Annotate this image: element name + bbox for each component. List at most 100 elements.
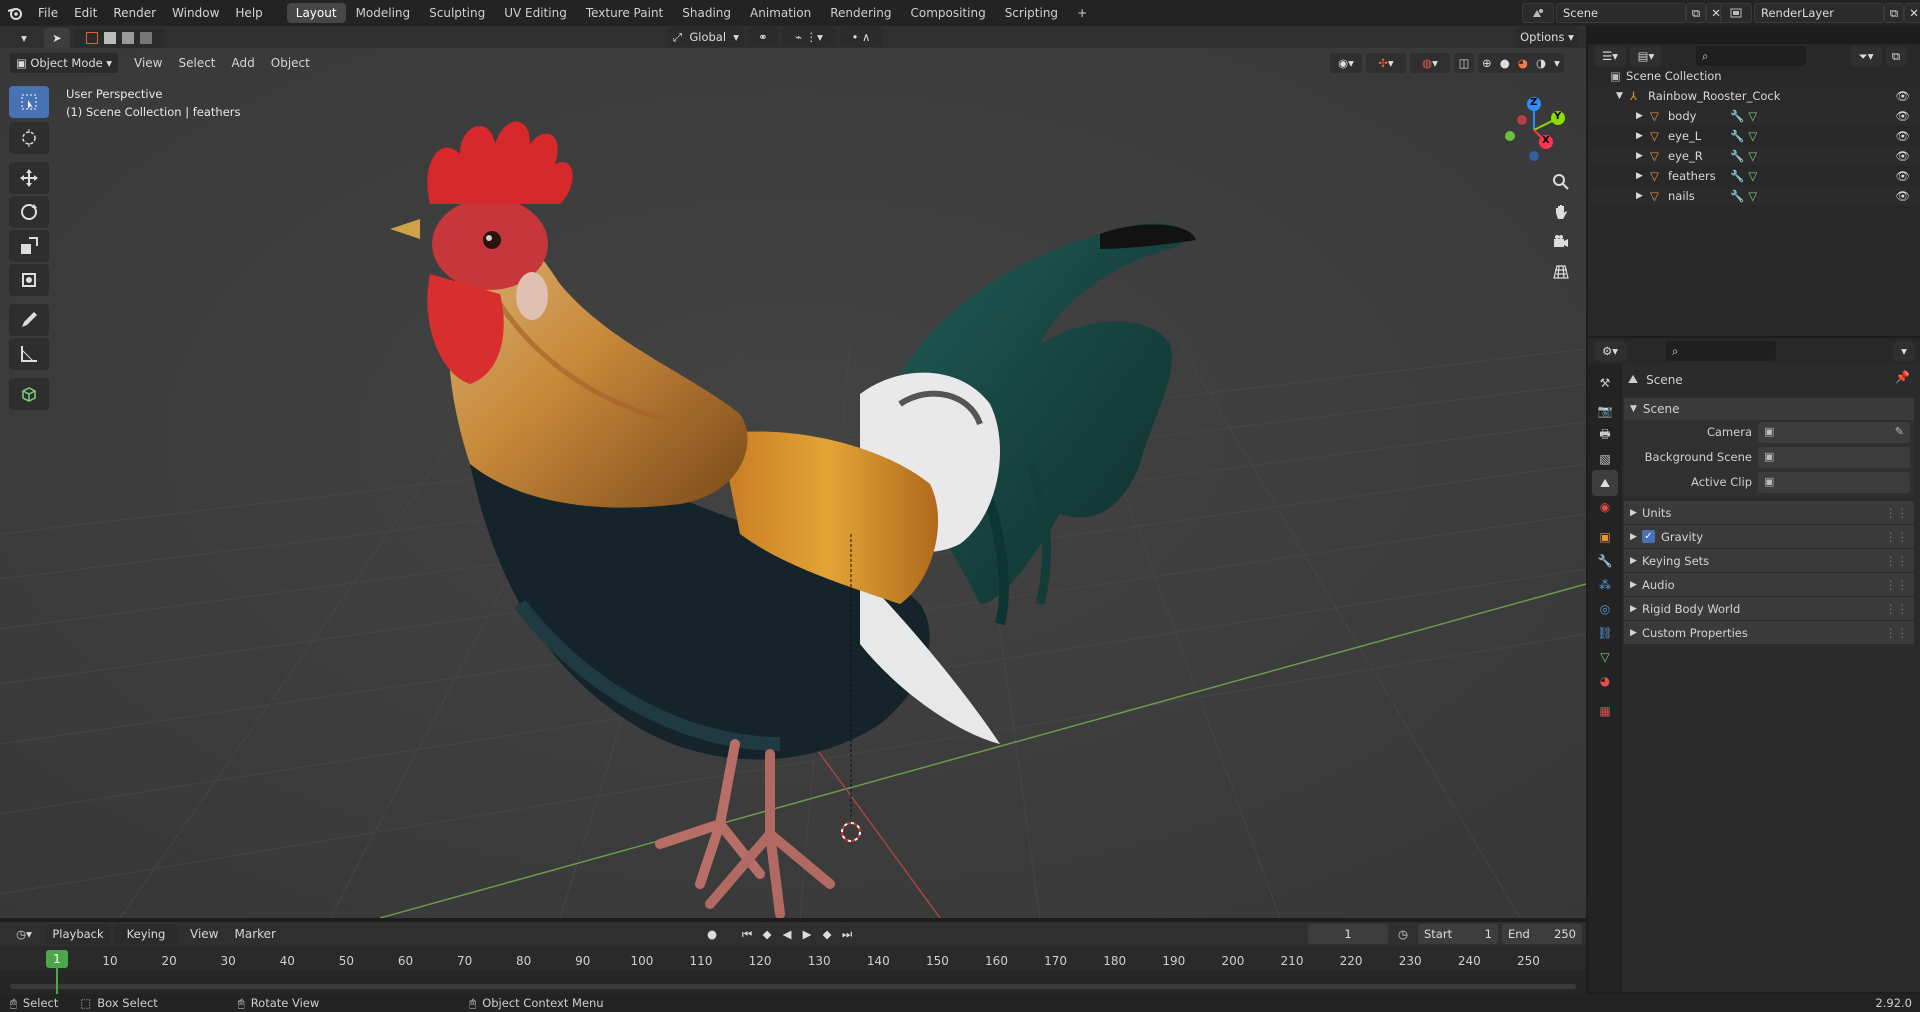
pin-icon[interactable]: 📌 — [1895, 370, 1910, 384]
editor-type-button[interactable]: ▾ — [8, 28, 40, 48]
modifier-icon[interactable]: 🔧 — [1730, 129, 1744, 143]
mesh-data-icon[interactable]: ▽ — [1748, 149, 1757, 163]
tab-sculpting[interactable]: Sculpting — [420, 3, 494, 23]
particles-tab-icon[interactable]: ⁂ — [1592, 572, 1618, 598]
viewport-menu-add[interactable]: Add — [224, 50, 263, 76]
menu-file[interactable]: File — [30, 0, 66, 26]
tab-modeling[interactable]: Modeling — [347, 3, 420, 23]
end-frame-field[interactable]: End 250 — [1502, 924, 1582, 944]
drag-handle-icon[interactable]: ⋮⋮ — [1885, 506, 1908, 520]
visibility-eye-icon[interactable]: 👁 — [1895, 109, 1910, 123]
mesh-data-icon[interactable]: ▽ — [1748, 109, 1757, 123]
scene-tab-icon[interactable]: ⛰ — [1592, 470, 1618, 496]
viewport-menu-object[interactable]: Object — [263, 50, 318, 76]
move-tool[interactable] — [9, 162, 49, 194]
drag-handle-icon[interactable]: ⋮⋮ — [1885, 554, 1908, 568]
timeline-menu-marker[interactable]: Marker — [226, 921, 283, 947]
outliner-object-row[interactable]: ▶ ▽ feathers 🔧 ▽ 👁 — [1588, 166, 1920, 186]
modifier-tab-icon[interactable]: 🔧 — [1592, 548, 1618, 574]
material-tab-icon[interactable]: ◕ — [1592, 668, 1618, 694]
expand-arrow-icon[interactable]: ▶ — [1636, 191, 1650, 201]
visibility-eye-icon[interactable]: 👁 — [1895, 149, 1910, 163]
perspective-toggle-icon[interactable] — [1549, 260, 1573, 284]
timeline-menu-playback[interactable]: Playback — [46, 924, 110, 944]
menu-help[interactable]: Help — [227, 0, 270, 26]
field-input-camera[interactable]: ▣ ✎ — [1758, 422, 1910, 443]
drag-handle-icon[interactable]: ⋮⋮ — [1885, 626, 1908, 640]
view-layer-selector-button[interactable] — [1720, 3, 1752, 23]
scene-selector-button[interactable] — [1522, 3, 1554, 23]
playhead[interactable]: 1 — [46, 950, 68, 968]
transform-tool[interactable] — [9, 264, 49, 296]
wireframe-shading-icon[interactable]: ⊕ — [1482, 56, 1492, 70]
outliner[interactable]: ☰▾ ▤▾ ⌕ ⏷▾ ⧉ ▣ Scene Collection ▼ ⅄ Rain… — [1588, 44, 1920, 336]
options-dropdown[interactable]: Options ▾ — [1516, 27, 1578, 47]
3d-viewport[interactable]: User Perspective (1) Scene Collection | … — [0, 44, 1586, 918]
section-keying-sets[interactable]: ▶ Keying Sets ⋮⋮ — [1624, 548, 1914, 572]
outliner-editor-type-button[interactable]: ☰▾ — [1594, 46, 1626, 66]
properties-search-input[interactable]: ⌕ — [1666, 341, 1776, 361]
cursor-tool[interactable] — [9, 122, 49, 154]
mesh-data-icon[interactable]: ▽ — [1748, 169, 1757, 183]
modifier-icon[interactable]: 🔧 — [1730, 109, 1744, 123]
field-input-background-scene[interactable]: ▣ — [1758, 447, 1910, 468]
select-box-tool[interactable] — [9, 86, 49, 118]
tab-uv-editing[interactable]: UV Editing — [495, 3, 576, 23]
zoom-icon[interactable] — [1549, 170, 1573, 194]
expand-arrow-icon[interactable]: ▶ — [1636, 171, 1650, 181]
mesh-data-icon[interactable]: ▽ — [1748, 129, 1757, 143]
drag-handle-icon[interactable]: ⋮⋮ — [1885, 602, 1908, 616]
viewport-menu-select[interactable]: Select — [170, 50, 223, 76]
modifier-icon[interactable]: 🔧 — [1730, 169, 1744, 183]
jump-start-icon[interactable]: ⏮ — [738, 924, 756, 944]
visibility-dropdown[interactable]: ◉▾ — [1330, 53, 1362, 73]
record-keyframe-button[interactable]: ● — [700, 924, 724, 944]
menu-edit[interactable]: Edit — [66, 0, 105, 26]
eyedropper-icon[interactable]: ✎ — [1895, 425, 1904, 438]
new-collection-icon[interactable]: ⧉ — [1886, 46, 1906, 66]
tool-tab-icon[interactable]: ⚒ — [1592, 370, 1618, 396]
tab-rendering[interactable]: Rendering — [821, 3, 900, 23]
drag-handle-icon[interactable]: ⋮⋮ — [1885, 578, 1908, 592]
collection-row[interactable]: ▼ ⅄ Rainbow_Rooster_Cock 👁 — [1588, 86, 1920, 106]
gravity-checkbox[interactable]: ✓ — [1642, 530, 1655, 543]
proportional-edit-button[interactable]: • ∧ — [840, 27, 882, 47]
display-mode-button[interactable]: ▤▾ — [1630, 46, 1662, 66]
selection-mode-buttons[interactable] — [74, 28, 164, 48]
menu-render[interactable]: Render — [105, 0, 164, 26]
section-rigid-body-world[interactable]: ▶ Rigid Body World ⋮⋮ — [1624, 596, 1914, 620]
visibility-eye-icon[interactable]: 👁 — [1895, 189, 1910, 203]
render-tab-icon[interactable]: 📷 — [1592, 398, 1618, 424]
section-audio[interactable]: ▶ Audio ⋮⋮ — [1624, 572, 1914, 596]
tab-compositing[interactable]: Compositing — [901, 3, 994, 23]
view-layer-tab-icon[interactable]: ▧ — [1592, 446, 1618, 472]
add-workspace-button[interactable]: + — [1068, 3, 1096, 23]
viewport-menu-view[interactable]: View — [126, 50, 170, 76]
section-units[interactable]: ▶ Units ⋮⋮ — [1624, 500, 1914, 524]
xray-toggle[interactable]: ◫ — [1454, 53, 1474, 73]
section-custom-properties[interactable]: ▶ Custom Properties ⋮⋮ — [1624, 620, 1914, 644]
outliner-object-row[interactable]: ▶ ▽ eye_L 🔧 ▽ 👁 — [1588, 126, 1920, 146]
visibility-eye-icon[interactable]: 👁 — [1895, 129, 1910, 143]
add-cube-tool[interactable] — [9, 378, 49, 410]
prev-keyframe-icon[interactable]: ◆ — [758, 924, 776, 944]
data-tab-icon[interactable]: ▽ — [1592, 644, 1618, 670]
scene-collection-row[interactable]: ▣ Scene Collection — [1588, 66, 1920, 86]
jump-end-icon[interactable]: ⏭ — [838, 924, 856, 944]
snap-toggle-button[interactable]: ⌁ ⋮▾ — [782, 27, 836, 47]
texture-tab-icon[interactable]: ▦ — [1592, 698, 1618, 724]
play-reverse-icon[interactable]: ◀ — [778, 924, 796, 944]
drag-handle-icon[interactable]: ⋮⋮ — [1885, 530, 1908, 544]
start-frame-field[interactable]: Start 1 — [1418, 924, 1498, 944]
field-input-active-clip[interactable]: ▣ — [1758, 472, 1910, 493]
section-gravity[interactable]: ▶ ✓ Gravity ⋮⋮ — [1624, 524, 1914, 548]
tab-shading[interactable]: Shading — [673, 3, 740, 23]
render-layer-field[interactable]: RenderLayer — [1754, 3, 1884, 23]
play-icon[interactable]: ▶ — [798, 924, 816, 944]
modifier-icon[interactable]: 🔧 — [1730, 189, 1744, 203]
scale-tool[interactable] — [9, 230, 49, 262]
timeline-menu-keying[interactable]: Keying — [114, 924, 178, 944]
transform-orientation-dropdown[interactable]: ⤢ Global ▾ — [668, 27, 744, 47]
preview-range-icon[interactable]: ◷ — [1392, 924, 1414, 944]
expand-arrow-icon[interactable]: ▶ — [1636, 131, 1650, 141]
